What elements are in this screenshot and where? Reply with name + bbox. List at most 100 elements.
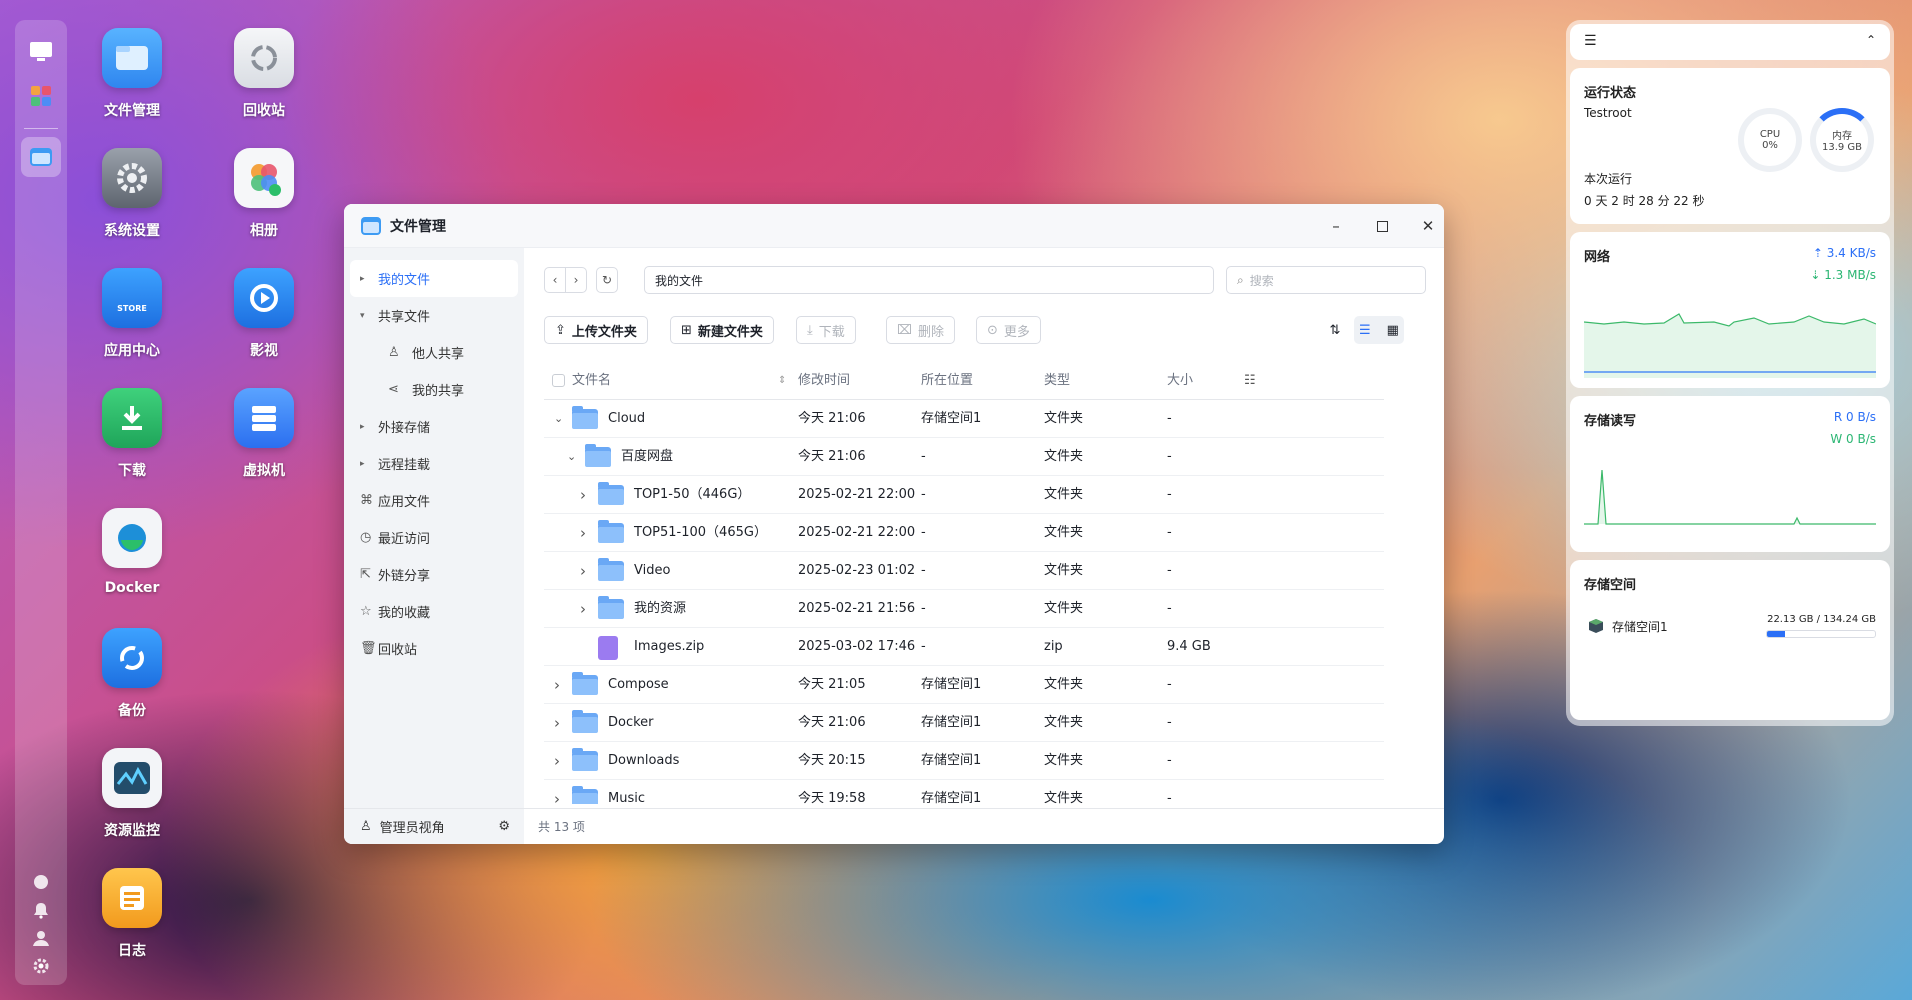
sidebar-item-app-files[interactable]: ⌘ 应用文件 bbox=[350, 482, 518, 519]
select-all-checkbox[interactable] bbox=[552, 374, 565, 387]
table-row[interactable]: Images.zip 2025-03-02 17:46- zip 9.4 GB bbox=[544, 628, 1384, 666]
table-row[interactable]: ⌄ 百度网盘 今天 21:06 - 文件夹 - bbox=[544, 438, 1384, 476]
sidebar-item-my-shares[interactable]: ⋖ 我的共享 bbox=[350, 371, 518, 408]
desktop-icon-monitor[interactable]: 资源监控 bbox=[77, 748, 187, 840]
file-modified: 今天 19:58 bbox=[798, 791, 866, 804]
download-label: 下载 bbox=[818, 324, 845, 340]
sidebar-item-favorites[interactable]: ☆ 我的收藏 bbox=[350, 593, 518, 630]
sidebar-item-recent[interactable]: ◷ 最近访问 bbox=[350, 519, 518, 556]
chevron-right-icon[interactable]: › bbox=[554, 780, 560, 804]
gear-icon[interactable] bbox=[32, 957, 50, 975]
forward-button[interactable]: › bbox=[565, 267, 587, 293]
list-view-icon[interactable]: ☰ bbox=[1359, 323, 1371, 338]
column-header-location[interactable]: 所在位置 bbox=[921, 362, 973, 400]
table-row[interactable]: › 我的资源 2025-02-21 21:56- 文件夹 - bbox=[544, 590, 1384, 628]
desktop-icon-app-center[interactable]: STORE 应用中心 bbox=[77, 268, 187, 360]
dock-desktop-button[interactable] bbox=[21, 32, 61, 72]
bell-icon[interactable] bbox=[32, 901, 50, 919]
grid-view-icon[interactable]: ▦ bbox=[1387, 323, 1399, 338]
table-row[interactable]: › Video 2025-02-23 01:02- 文件夹 - bbox=[544, 552, 1384, 590]
chevron-right-icon[interactable]: › bbox=[580, 514, 586, 552]
download-button[interactable]: ⤓ 下载 bbox=[796, 316, 856, 344]
chevron-right-icon[interactable]: › bbox=[580, 590, 586, 628]
desktop-icon-docker[interactable]: Docker bbox=[77, 508, 187, 596]
sort-arrows-icon[interactable]: ⇕ bbox=[778, 362, 786, 400]
chevron-right-icon[interactable]: › bbox=[580, 476, 586, 514]
sidebar-item-my-files[interactable]: ▸ 我的文件 bbox=[350, 260, 518, 297]
widget-settings-icon[interactable]: ☰ bbox=[1584, 33, 1597, 49]
storage-volume-name[interactable]: 存储空间1 bbox=[1612, 618, 1668, 635]
chevron-right-icon[interactable]: › bbox=[554, 666, 560, 704]
column-settings-icon[interactable]: ☷ bbox=[1244, 362, 1256, 400]
desktop-icon-settings[interactable]: 系统设置 bbox=[77, 148, 187, 240]
back-button[interactable]: ‹ bbox=[544, 267, 566, 293]
chevron-down-icon[interactable]: ⌄ bbox=[554, 400, 563, 438]
trash-icon: ⌧ bbox=[897, 322, 912, 338]
view-toggle[interactable]: ☰ ▦ bbox=[1354, 316, 1404, 344]
storage-usage-bar bbox=[1766, 630, 1876, 638]
search-input[interactable]: ⌕ 搜索 bbox=[1226, 266, 1426, 294]
chevron-right-icon[interactable]: › bbox=[580, 552, 586, 590]
file-location: - bbox=[921, 601, 926, 616]
table-row[interactable]: › Music 今天 19:58 存储空间1 文件夹 - bbox=[544, 780, 1384, 804]
file-type: 文件夹 bbox=[1044, 715, 1084, 730]
sidebar-item-link-share[interactable]: ⇱ 外链分享 bbox=[350, 556, 518, 593]
sidebar-item-recycle-bin[interactable]: 🗑︎ 回收站 bbox=[350, 630, 518, 667]
more-button[interactable]: ⊙ 更多 bbox=[976, 316, 1041, 344]
dock-file-manager-button[interactable] bbox=[21, 137, 61, 177]
user-icon[interactable] bbox=[32, 929, 50, 947]
maximize-button[interactable] bbox=[1368, 212, 1396, 240]
settings-icon[interactable]: ⚙ bbox=[498, 819, 510, 834]
sidebar-item-label: 我的共享 bbox=[412, 384, 465, 399]
sidebar-item-shared-by-others[interactable]: ♙ 他人共享 bbox=[350, 334, 518, 371]
dock-apps-button[interactable] bbox=[21, 76, 61, 116]
window-titlebar[interactable]: 文件管理 bbox=[344, 204, 1444, 248]
column-header-size[interactable]: 大小 bbox=[1167, 362, 1193, 400]
theme-icon[interactable] bbox=[32, 873, 50, 891]
admin-view-toggle[interactable]: ♙ 管理员视角 ⚙ bbox=[344, 808, 524, 844]
folder-icon bbox=[572, 406, 598, 429]
desktop-icon-photos[interactable]: 相册 bbox=[209, 148, 319, 240]
desktop-icon-log[interactable]: 日志 bbox=[77, 868, 187, 960]
path-bar[interactable]: 我的文件 bbox=[644, 266, 1214, 294]
desktop-icon-video[interactable]: 影视 bbox=[209, 268, 319, 360]
column-header-modified[interactable]: 修改时间 bbox=[798, 362, 850, 400]
sidebar-item-shared-files[interactable]: ▾ 共享文件 bbox=[350, 297, 518, 334]
sort-button[interactable]: ⇅ bbox=[1322, 316, 1348, 344]
file-size: - bbox=[1167, 411, 1172, 426]
desktop-icon-label: 备份 bbox=[118, 703, 146, 719]
desktop-icon-file-manager[interactable]: 文件管理 bbox=[77, 28, 187, 120]
docker-icon bbox=[102, 508, 162, 568]
file-name: 我的资源 bbox=[634, 601, 687, 616]
table-row[interactable]: › TOP51-100（465G） 2025-02-21 22:00- 文件夹 - bbox=[544, 514, 1384, 552]
table-row[interactable]: › Compose 今天 21:05 存储空间1 文件夹 - bbox=[544, 666, 1384, 704]
table-row[interactable]: ⌄ Cloud 今天 21:06 存储空间1 文件夹 - bbox=[544, 400, 1384, 438]
table-row[interactable]: › Docker 今天 21:06 存储空间1 文件夹 - bbox=[544, 704, 1384, 742]
column-header-name[interactable]: 文件名 bbox=[572, 362, 611, 400]
sidebar-item-remote-mount[interactable]: ▸ 远程挂载 bbox=[350, 445, 518, 482]
new-folder-button[interactable]: ⊞ 新建文件夹 bbox=[670, 316, 774, 344]
storage-usage-fill bbox=[1767, 631, 1785, 637]
chevron-right-icon[interactable]: › bbox=[554, 704, 560, 742]
column-header-type[interactable]: 类型 bbox=[1044, 362, 1070, 400]
desktop-icon-backup[interactable]: 备份 bbox=[77, 628, 187, 720]
refresh-button[interactable]: ↻ bbox=[596, 267, 618, 293]
chevron-right-icon: › bbox=[573, 273, 579, 287]
chevron-down-icon[interactable]: ⌄ bbox=[567, 438, 576, 476]
table-row[interactable]: › TOP1-50（446G） 2025-02-21 22:00- 文件夹 - bbox=[544, 476, 1384, 514]
upload-folder-button[interactable]: ⇪ 上传文件夹 bbox=[544, 316, 648, 344]
file-name: TOP1-50（446G） bbox=[634, 487, 751, 502]
path-segment[interactable]: 我的文件 bbox=[655, 272, 703, 289]
collapse-icon[interactable]: ⌃ bbox=[1866, 33, 1876, 47]
table-row[interactable]: › Downloads 今天 20:15 存储空间1 文件夹 - bbox=[544, 742, 1384, 780]
desktop-icon-recycle-bin[interactable]: 回收站 bbox=[209, 28, 319, 120]
delete-button[interactable]: ⌧ 删除 bbox=[886, 316, 955, 344]
desktop-icon-vm[interactable]: 虚拟机 bbox=[209, 388, 319, 480]
sidebar-item-external-storage[interactable]: ▸ 外接存储 bbox=[350, 408, 518, 445]
desktop-icon-download[interactable]: 下载 bbox=[77, 388, 187, 480]
file-modified: 2025-02-21 22:00 bbox=[798, 487, 916, 502]
close-button[interactable]: ✕ bbox=[1414, 212, 1442, 240]
minimize-button[interactable]: – bbox=[1322, 212, 1350, 240]
disk-io-chart bbox=[1584, 469, 1876, 525]
chevron-right-icon[interactable]: › bbox=[554, 742, 560, 780]
